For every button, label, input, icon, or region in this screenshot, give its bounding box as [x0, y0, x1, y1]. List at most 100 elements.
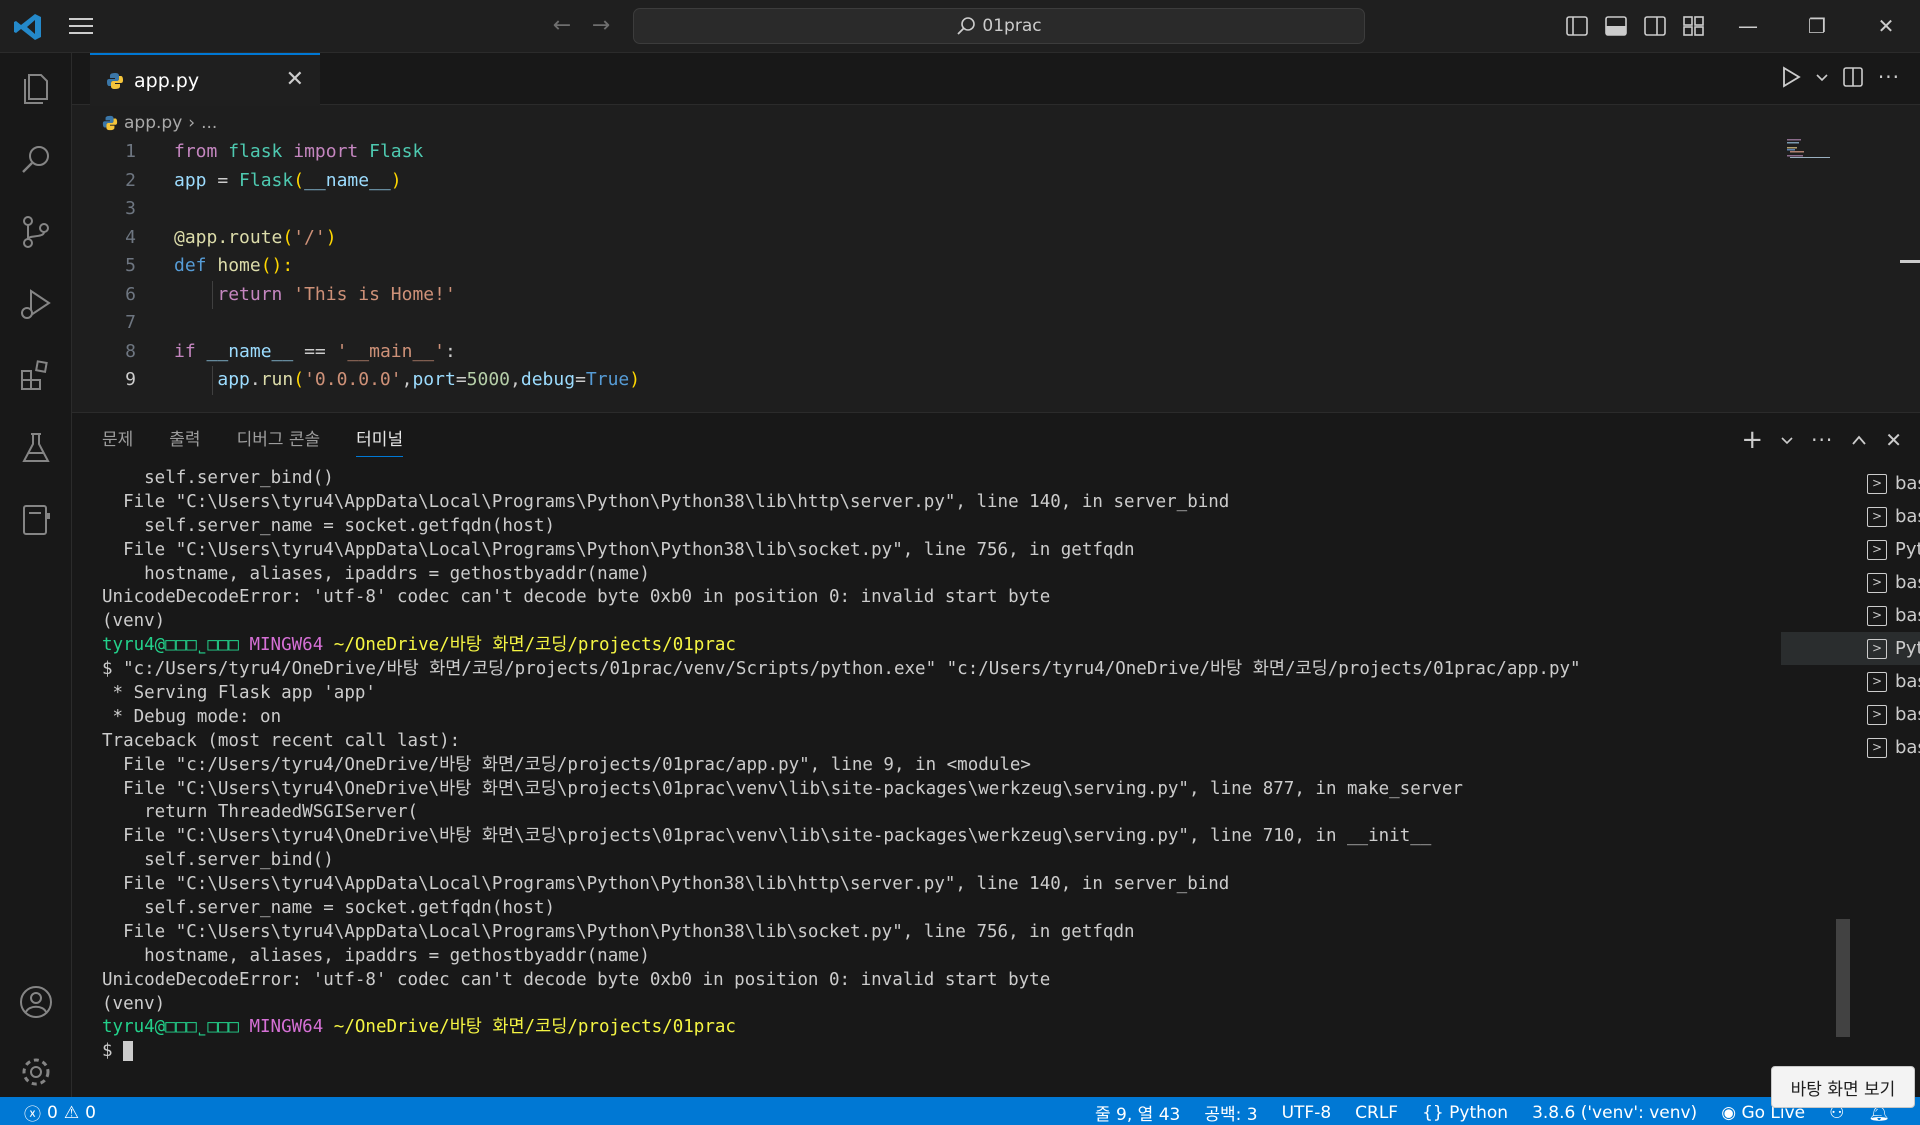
accounts-button[interactable] [0, 967, 72, 1037]
terminal-scrollbar[interactable] [1836, 919, 1850, 1037]
tab-app-py[interactable]: app.py ✕ [90, 53, 320, 106]
terminal-icon: > [1867, 671, 1887, 692]
maximize-panel-icon[interactable] [1851, 434, 1867, 446]
breadcrumb-symbols[interactable]: ... [201, 113, 217, 133]
split-editor-icon[interactable] [1842, 66, 1864, 88]
tab-label: app.py [134, 69, 200, 92]
terminal-list-item[interactable]: >bash [1781, 500, 1920, 533]
line-number: 4 [125, 226, 136, 248]
code-line: 8 if __name__ == '__main__': [72, 338, 1772, 367]
editor-tab-bar: app.py ✕ ··· [72, 53, 1920, 106]
restore-button[interactable]: ❐ [1797, 10, 1837, 42]
problems-status[interactable]: ⓧ 0 ⚠ 0 [24, 1100, 96, 1125]
terminal-icon: > [1867, 572, 1887, 593]
broadcast-icon: ◉ [1721, 1102, 1737, 1123]
back-arrow-icon[interactable]: ← [549, 13, 575, 39]
command-center-search[interactable]: 01prac [633, 8, 1365, 44]
hamburger-menu-icon[interactable] [68, 15, 94, 37]
tab-problems[interactable]: 문제 [102, 425, 133, 457]
terminal-list-item[interactable]: >bash [1781, 665, 1920, 698]
tab-output[interactable]: 출력 [169, 425, 200, 457]
terminal-list-item[interactable]: >bash [1781, 599, 1920, 632]
minimize-button[interactable]: — [1728, 10, 1768, 42]
chevron-down-icon[interactable] [1816, 71, 1828, 83]
terminal-list-item[interactable]: >bash [1781, 731, 1920, 764]
code-line: 5 def home(): [72, 252, 1772, 281]
more-actions-icon[interactable]: ··· [1811, 428, 1833, 452]
terminal-output[interactable]: self.server_bind() File "C:\Users\tyru4\… [102, 467, 1842, 1077]
python-file-icon [107, 72, 123, 89]
warning-count: 0 [85, 1102, 96, 1123]
new-terminal-icon[interactable]: + [1741, 425, 1763, 455]
code-line-active: 9 app.run('0.0.0.0',port=5000,debug=True… [72, 366, 1772, 395]
toggle-panel-icon[interactable] [1604, 14, 1628, 38]
error-icon: ⓧ [24, 1105, 41, 1125]
breadcrumb-file[interactable]: app.py [124, 113, 182, 133]
customize-layout-icon[interactable] [1682, 14, 1706, 38]
chevron-down-icon[interactable] [1781, 434, 1793, 446]
terminal-line: File "C:\Users\tyru4\AppData\Local\Progr… [102, 491, 1230, 512]
close-window-button[interactable]: ✕ [1866, 10, 1906, 42]
run-debug-button[interactable] [0, 269, 72, 339]
line-number: 9 [125, 369, 136, 390]
terminal-line: File "C:\Users\tyru4\OneDrive\바탕 화면\코딩\p… [102, 826, 1432, 847]
toggle-primary-sidebar-icon[interactable] [1565, 14, 1589, 38]
extensions-icon [21, 360, 48, 390]
error-count: 0 [47, 1102, 58, 1123]
code-line: 7 [72, 309, 1772, 338]
chevron-right-icon: › [188, 113, 196, 133]
title-bar: ← → 01prac — ❐ ✕ [0, 0, 1920, 53]
breadcrumb: app.py › ... [102, 111, 217, 135]
terminal-line: UnicodeDecodeError: 'utf-8' codec can't … [102, 969, 1051, 990]
close-tab-icon[interactable]: ✕ [286, 67, 304, 92]
line-number: 8 [125, 340, 136, 362]
language-mode[interactable]: {} Python [1422, 1103, 1508, 1123]
notebook-button[interactable] [0, 485, 72, 555]
run-python-file-icon[interactable] [1780, 65, 1802, 89]
code-line: 4 @app.route('/') [72, 224, 1772, 253]
forward-arrow-icon[interactable]: → [588, 13, 614, 39]
terminal-line: File "C:\Users\tyru4\AppData\Local\Progr… [102, 921, 1135, 942]
terminal-input-line[interactable]: $ [102, 1040, 1842, 1064]
terminal-line: (venv) [102, 993, 166, 1014]
end-of-line[interactable]: CRLF [1355, 1103, 1398, 1123]
search-view-button[interactable] [0, 125, 72, 195]
tab-terminal[interactable]: 터미널 [356, 425, 404, 457]
terminal-line: File "c:/Users/tyru4/OneDrive/바탕 화면/코딩/p… [102, 754, 1031, 775]
more-actions-icon[interactable]: ··· [1878, 65, 1900, 89]
indentation[interactable]: 공백: 3 [1204, 1100, 1257, 1125]
line-number: 1 [125, 141, 136, 162]
extensions-button[interactable] [0, 341, 72, 411]
source-control-icon [23, 216, 49, 248]
testing-button[interactable] [0, 413, 72, 483]
minimap[interactable] [1787, 138, 1837, 158]
terminal-line: self.server_bind() [102, 850, 334, 871]
source-control-button[interactable] [0, 197, 72, 267]
terminal-line: Traceback (most recent call last): [102, 730, 461, 751]
python-interpreter[interactable]: 3.8.6 ('venv': venv) [1532, 1103, 1697, 1123]
terminal-list-item[interactable]: >bash [1781, 698, 1920, 731]
python-file-icon [102, 115, 118, 131]
terminal-prompt: tyru4@□□□˾□□□ MINGW64 ~/OneDrive/바탕 화면/코… [102, 1017, 736, 1038]
terminal-list-item[interactable]: >bash [1781, 566, 1920, 599]
explorer-button[interactable] [0, 53, 72, 123]
line-number: 3 [125, 198, 136, 219]
vscode-logo-icon[interactable] [13, 12, 43, 42]
terminal-prompt: tyru4@□□□˾□□□ MINGW64 ~/OneDrive/바탕 화면/코… [102, 635, 736, 656]
encoding[interactable]: UTF-8 [1282, 1103, 1332, 1123]
terminal-line: File "C:\Users\tyru4\AppData\Local\Progr… [102, 874, 1230, 895]
terminal-line: hostname, aliases, ipaddrs = gethostbyad… [102, 563, 650, 584]
terminal-list-item[interactable]: >bash [1781, 467, 1920, 500]
close-panel-icon[interactable]: ✕ [1885, 428, 1902, 452]
tab-debug-console[interactable]: 디버그 콘솔 [237, 425, 321, 457]
terminal-icon: > [1867, 506, 1887, 527]
terminal-list-item[interactable]: >Python [1781, 533, 1920, 566]
status-bar: ⓧ 0 ⚠ 0 줄 9, 열 43 공백: 3 UTF-8 CRLF {} Pyth… [0, 1097, 1920, 1125]
terminal-list-item-selected[interactable]: >Python [1781, 632, 1920, 665]
cursor-position[interactable]: 줄 9, 열 43 [1095, 1100, 1180, 1125]
toggle-secondary-sidebar-icon[interactable] [1643, 14, 1667, 38]
terminal-icon: > [1867, 737, 1887, 758]
terminal-line: * Debug mode: on [102, 706, 282, 727]
code-editor[interactable]: 1 from flask import Flask 2 app = Flask(__… [72, 138, 1772, 395]
run-debug-icon [21, 289, 51, 319]
